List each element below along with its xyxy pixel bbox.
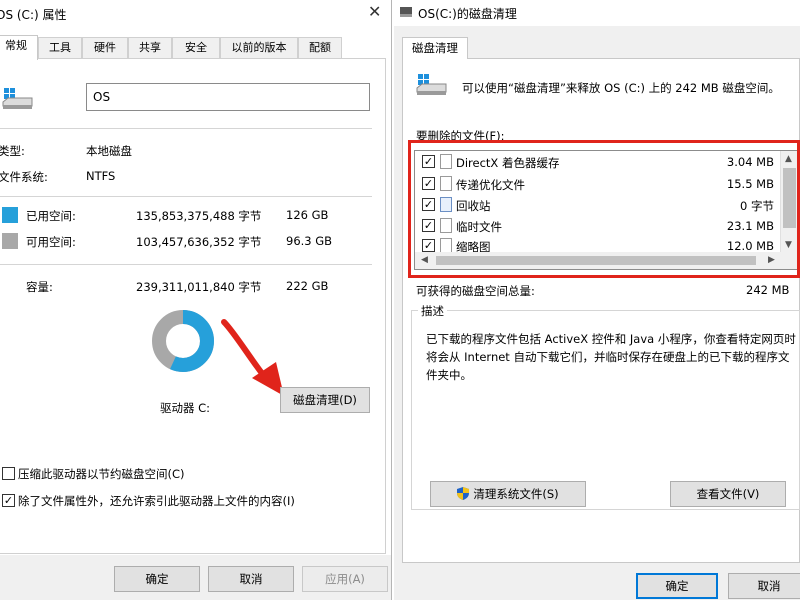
- properties-window: OS (C:) 属性 ✕ 常规 工具 硬件 共享 安全 以前的版本 配额 类型:…: [0, 0, 392, 600]
- vertical-scroll-thumb[interactable]: [783, 168, 796, 228]
- tab-quota[interactable]: 配额: [298, 37, 342, 59]
- cleanup-title: OS(C:)的磁盘清理: [418, 7, 517, 21]
- total-space-value: 242 MB: [746, 283, 790, 297]
- file-icon: [440, 238, 452, 253]
- drive-icon: [2, 88, 33, 109]
- item-name: 临时文件: [456, 220, 502, 234]
- close-icon[interactable]: ✕: [368, 2, 381, 21]
- cleanup-intro: 可以使用“磁盘清理”来释放 OS (C:) 上的 242 MB 磁盘空间。: [462, 81, 780, 95]
- list-item[interactable]: ✓ 临时文件 23.1 MB: [416, 216, 780, 236]
- tab-general[interactable]: 常规: [0, 35, 38, 60]
- item-size: 23.1 MB: [726, 219, 774, 233]
- cancel-button[interactable]: 取消: [208, 566, 294, 592]
- windows-drive-icon: [400, 7, 412, 17]
- ok-button[interactable]: 确定: [636, 573, 718, 599]
- drive-icon: [416, 74, 447, 95]
- apply-button[interactable]: 应用(A): [302, 566, 388, 592]
- cancel-button[interactable]: 取消: [728, 573, 800, 599]
- tab-previous-versions[interactable]: 以前的版本: [220, 37, 298, 59]
- usage-donut-chart: [152, 310, 214, 372]
- free-space-gb: 96.3 GB: [286, 234, 333, 248]
- properties-title-bar: OS (C:) 属性 ✕: [0, 0, 391, 28]
- scroll-down-icon[interactable]: ▼: [785, 240, 792, 250]
- list-item[interactable]: ✓ 回收站 0 字节: [416, 195, 780, 215]
- type-label: 类型:: [0, 144, 25, 158]
- file-icon: [440, 154, 452, 169]
- item-size: 12.0 MB: [726, 239, 774, 253]
- tab-tools[interactable]: 工具: [38, 37, 82, 59]
- used-space-bytes: 135,853,375,488 字节: [136, 209, 262, 223]
- used-space-label: 已用空间:: [26, 209, 76, 223]
- tab-sharing[interactable]: 共享: [128, 37, 172, 59]
- divider: [0, 264, 372, 265]
- drive-label: 驱动器 C:: [160, 401, 211, 415]
- divider: [0, 128, 372, 129]
- view-files-button[interactable]: 查看文件(V): [670, 481, 786, 507]
- filesystem-label: 文件系统:: [0, 170, 48, 184]
- item-size: 15.5 MB: [726, 177, 774, 191]
- total-space-label: 可获得的磁盘空间总量:: [416, 284, 535, 298]
- type-value: 本地磁盘: [86, 144, 132, 158]
- index-checkbox[interactable]: ✓: [2, 494, 15, 507]
- properties-tabs: 常规 工具 硬件 共享 安全 以前的版本 配额: [0, 35, 391, 60]
- capacity-label: 容量:: [26, 280, 53, 294]
- horizontal-scroll-thumb[interactable]: [436, 256, 756, 265]
- item-name: 传递优化文件: [456, 178, 525, 192]
- free-space-label: 可用空间:: [26, 235, 76, 249]
- description-title: 描述: [418, 303, 447, 319]
- item-checkbox[interactable]: ✓: [422, 198, 435, 211]
- compress-label: 压缩此驱动器以节约磁盘空间(C): [18, 467, 185, 481]
- disk-cleanup-button[interactable]: 磁盘清理(D): [280, 387, 370, 413]
- scroll-up-icon[interactable]: ▲: [785, 154, 792, 164]
- uac-shield-icon: [457, 487, 470, 500]
- clean-system-files-button[interactable]: 清理系统文件(S): [430, 481, 586, 507]
- scroll-left-icon[interactable]: ◀: [421, 255, 428, 265]
- file-icon: [440, 218, 452, 233]
- divider: [0, 196, 372, 197]
- description-text: 已下载的程序文件包括 ActiveX 控件和 Java 小程序，你查看特定网页时…: [426, 332, 796, 382]
- tab-security[interactable]: 安全: [172, 37, 220, 59]
- capacity-gb: 222 GB: [286, 279, 329, 293]
- capacity-bytes: 239,311,011,840 字节: [136, 280, 262, 294]
- properties-title: OS (C:) 属性: [0, 8, 67, 22]
- drive-name-input[interactable]: [86, 83, 370, 111]
- used-space-swatch: [2, 207, 18, 223]
- tab-hardware[interactable]: 硬件: [82, 37, 128, 59]
- file-icon: [440, 176, 452, 191]
- files-to-delete-label: 要删除的文件(F):: [416, 129, 505, 143]
- recycle-bin-icon: [440, 197, 452, 212]
- tab-disk-cleanup[interactable]: 磁盘清理: [402, 37, 468, 59]
- item-checkbox[interactable]: ✓: [422, 219, 435, 232]
- free-space-bytes: 103,457,636,352 字节: [136, 235, 262, 249]
- filesystem-value: NTFS: [86, 169, 116, 183]
- item-checkbox[interactable]: ✓: [422, 239, 435, 252]
- list-item[interactable]: ✓ 传递优化文件 15.5 MB: [416, 174, 780, 194]
- list-item[interactable]: ✓ DirectX 着色器缓存 3.04 MB: [416, 152, 780, 172]
- scroll-right-icon[interactable]: ▶: [768, 255, 775, 265]
- item-name: DirectX 着色器缓存: [456, 156, 560, 170]
- item-checkbox[interactable]: ✓: [422, 155, 435, 168]
- used-space-gb: 126 GB: [286, 208, 329, 222]
- item-size: 0 字节: [740, 199, 774, 213]
- item-checkbox[interactable]: ✓: [422, 177, 435, 190]
- item-name: 回收站: [456, 199, 491, 213]
- clean-system-files-label: 清理系统文件(S): [473, 487, 559, 501]
- free-space-swatch: [2, 233, 18, 249]
- item-size: 3.04 MB: [726, 155, 774, 169]
- ok-button[interactable]: 确定: [114, 566, 200, 592]
- compress-checkbox[interactable]: [2, 467, 15, 480]
- index-label: 除了文件属性外，还允许索引此驱动器上文件的内容(I): [18, 494, 295, 508]
- cleanup-title-bar: OS(C:)的磁盘清理: [394, 0, 800, 26]
